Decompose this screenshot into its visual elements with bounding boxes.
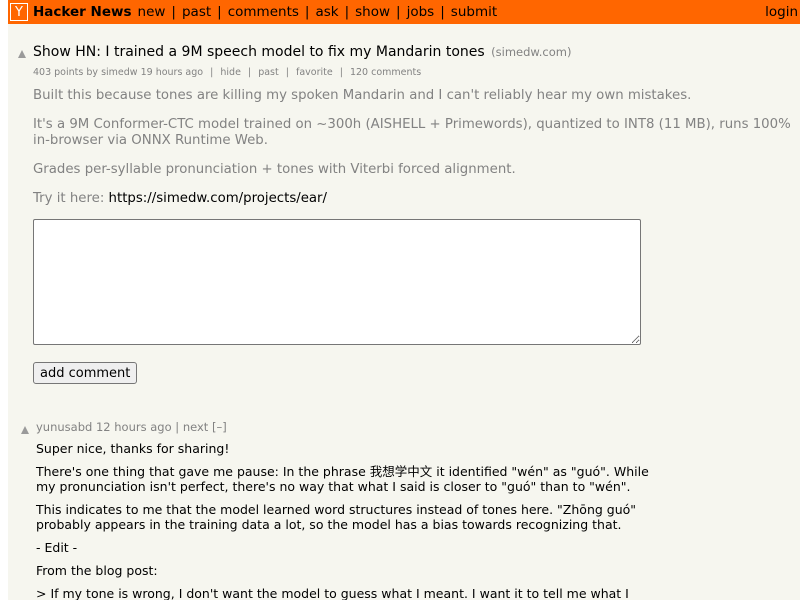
past-link[interactable]: past [258, 67, 279, 78]
nav-new[interactable]: new [138, 4, 166, 20]
separator: | [247, 67, 252, 78]
nav-separator: | [344, 4, 350, 20]
story-author-link[interactable]: simedw [101, 67, 138, 78]
separator: | [339, 67, 343, 78]
separator: | [285, 67, 289, 78]
story-title-link[interactable]: Show HN: I trained a 9M speech model to … [33, 44, 485, 60]
site-name-link[interactable]: Hacker News [33, 4, 132, 20]
nav-show[interactable]: show [355, 4, 390, 20]
add-comment-button[interactable]: add comment [33, 362, 138, 384]
nav-separator: | [396, 4, 401, 20]
story-text-p2: It's a 9M Conformer-CTC model trained on… [33, 117, 791, 148]
story-text-p1: Built this because tones are killing my … [33, 88, 692, 103]
comment-author-link[interactable]: yunusabd [36, 420, 92, 434]
nav-separator: | [304, 4, 310, 20]
story-age-link[interactable]: 19 hours ago [141, 67, 204, 78]
by-label: by [86, 67, 99, 78]
comments-count-link[interactable]: 120 comments [350, 67, 421, 78]
comment-age-link[interactable]: 12 hours ago [96, 420, 172, 434]
project-url-link[interactable]: https://simedw.com/projects/ear/ [109, 191, 327, 206]
comment-p5: From the blog post: [36, 563, 158, 578]
nav-comments[interactable]: comments [228, 4, 299, 20]
comment-p6: > If my tone is wrong, I don't want the … [36, 586, 629, 600]
story-domain-link[interactable]: (simedw.com) [491, 45, 571, 59]
story-text-p3: Grades per-syllable pronunciation + tone… [33, 162, 516, 177]
story-subtext: 403 points by simedw 19 hours ago | hide… [33, 67, 421, 78]
comment-next-link[interactable]: next [183, 420, 208, 434]
hn-logo[interactable]: Y [10, 3, 28, 21]
hide-link[interactable]: hide [220, 67, 241, 78]
story-points: 403 points [33, 67, 84, 78]
nav-jobs[interactable]: jobs [407, 4, 435, 20]
nav-ask[interactable]: ask [315, 4, 338, 20]
separator: | [175, 420, 180, 434]
comment-p3: This indicates to me that the model lear… [36, 502, 637, 532]
comment-header: yunusabd 12 hours ago | next [–] [36, 420, 227, 434]
comment-upvote-arrow-icon[interactable] [21, 426, 29, 434]
comment-p1: Super nice, thanks for sharing! [36, 441, 230, 456]
nav-links: new | past | comments | ask | show | job… [138, 4, 498, 20]
nav-separator: | [217, 4, 222, 20]
story-text-p4: Try it here: https://simedw.com/projects… [33, 191, 793, 207]
page: Y Hacker News new | past | comments | as… [8, 0, 800, 600]
login-link[interactable]: login [765, 4, 798, 20]
separator: | [210, 67, 214, 78]
upvote-arrow-icon[interactable] [18, 50, 26, 58]
try-it-label: Try it here: [33, 191, 105, 206]
comment-textarea[interactable] [33, 219, 641, 345]
nav-submit[interactable]: submit [451, 4, 497, 20]
comment-p2: There's one thing that gave me pause: In… [36, 464, 649, 494]
story-text: Built this because tones are killing my … [33, 88, 793, 207]
comment-p4: - Edit - [36, 540, 78, 555]
nav-separator: | [171, 4, 176, 20]
story-title-line: Show HN: I trained a 9M speech model to … [33, 44, 571, 60]
top-bar: Y Hacker News new | past | comments | as… [8, 0, 800, 24]
comment-collapse-toggle[interactable]: [–] [212, 420, 227, 434]
nav-separator: | [440, 4, 445, 20]
favorite-link[interactable]: favorite [296, 67, 333, 78]
nav-past[interactable]: past [182, 4, 211, 20]
comment-body: Super nice, thanks for sharing! There's … [36, 441, 666, 600]
